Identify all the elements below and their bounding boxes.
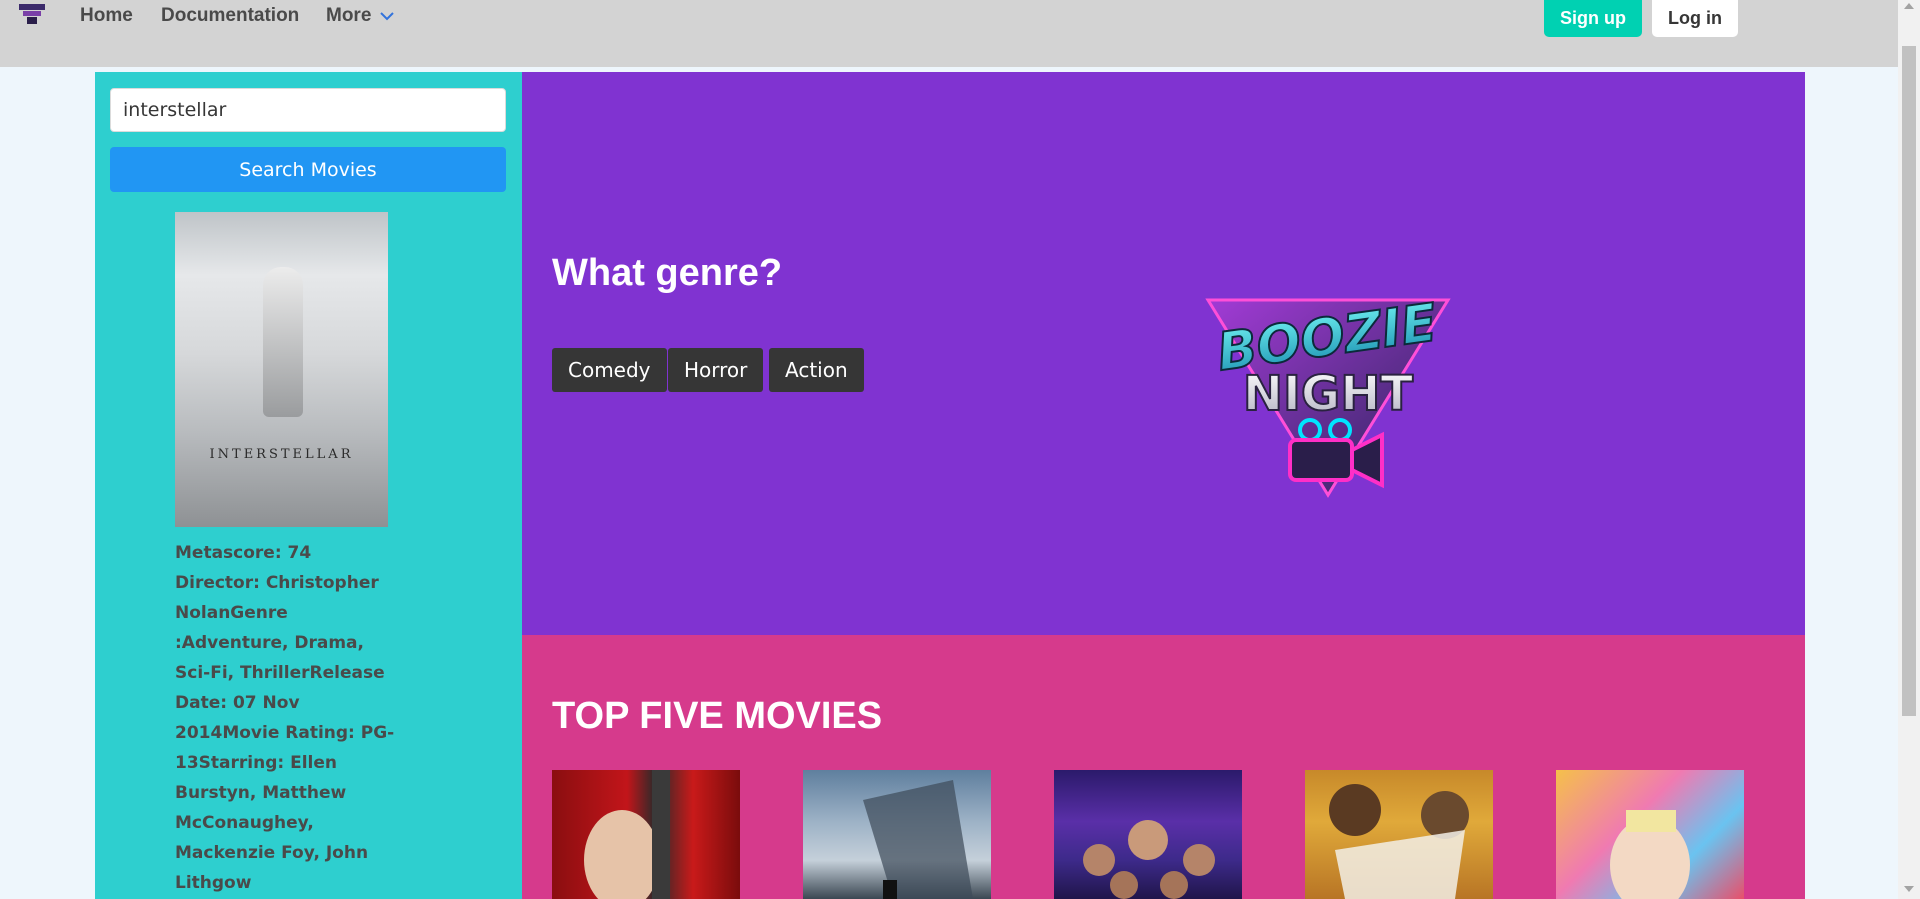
login-button[interactable]: Log in xyxy=(1652,0,1738,37)
top-movie-poster-2[interactable] xyxy=(803,770,991,899)
nav-home-link[interactable]: Home xyxy=(80,4,133,28)
scrollbar-thumb[interactable] xyxy=(1902,46,1916,716)
top-movie-poster-3[interactable] xyxy=(1054,770,1242,899)
top-five-section: TOP FIVE MOVIES xyxy=(522,635,1805,899)
genre-action-button[interactable]: Action xyxy=(769,348,864,392)
movie-details: Metascore: 74 Director: Christopher Nola… xyxy=(175,543,395,893)
movie-search-input[interactable] xyxy=(110,88,506,132)
boozie-night-logo: BOOZIE NIGHT xyxy=(1198,290,1458,500)
poster-title: INTERSTELLAR xyxy=(209,447,354,462)
search-movies-button[interactable]: Search Movies xyxy=(110,147,506,192)
movie-poster: INTERSTELLAR xyxy=(175,212,388,527)
hero-title: What genre? xyxy=(552,252,783,294)
top-movie-poster-1[interactable] xyxy=(552,770,740,899)
top-movie-poster-4[interactable] xyxy=(1305,770,1493,899)
genre-comedy-button[interactable]: Comedy xyxy=(552,348,667,392)
top-movie-poster-5[interactable] xyxy=(1556,770,1744,899)
top-five-title: TOP FIVE MOVIES xyxy=(552,695,883,737)
brand-logo-icon[interactable] xyxy=(17,2,47,26)
search-panel: Search Movies INTERSTELLAR Metascore: 74… xyxy=(95,72,522,899)
logo-word-night: NIGHT xyxy=(1243,366,1414,422)
nav-documentation-link[interactable]: Documentation xyxy=(161,4,299,28)
genre-hero: What genre? Comedy Horror Action BOOZIE … xyxy=(522,72,1805,635)
nav-more-label: More xyxy=(326,5,372,27)
nav-more-dropdown[interactable]: More xyxy=(326,4,395,28)
page-scrollbar[interactable] xyxy=(1898,0,1920,899)
signup-button[interactable]: Sign up xyxy=(1544,0,1642,37)
navbar: Home Documentation More Sign up Log in xyxy=(0,0,1898,67)
astronaut-figure xyxy=(263,267,303,417)
chevron-down-icon xyxy=(379,4,395,28)
genre-horror-button[interactable]: Horror xyxy=(668,348,764,392)
scroll-up-arrow-icon[interactable] xyxy=(1904,3,1914,9)
scroll-down-arrow-icon[interactable] xyxy=(1904,886,1914,892)
